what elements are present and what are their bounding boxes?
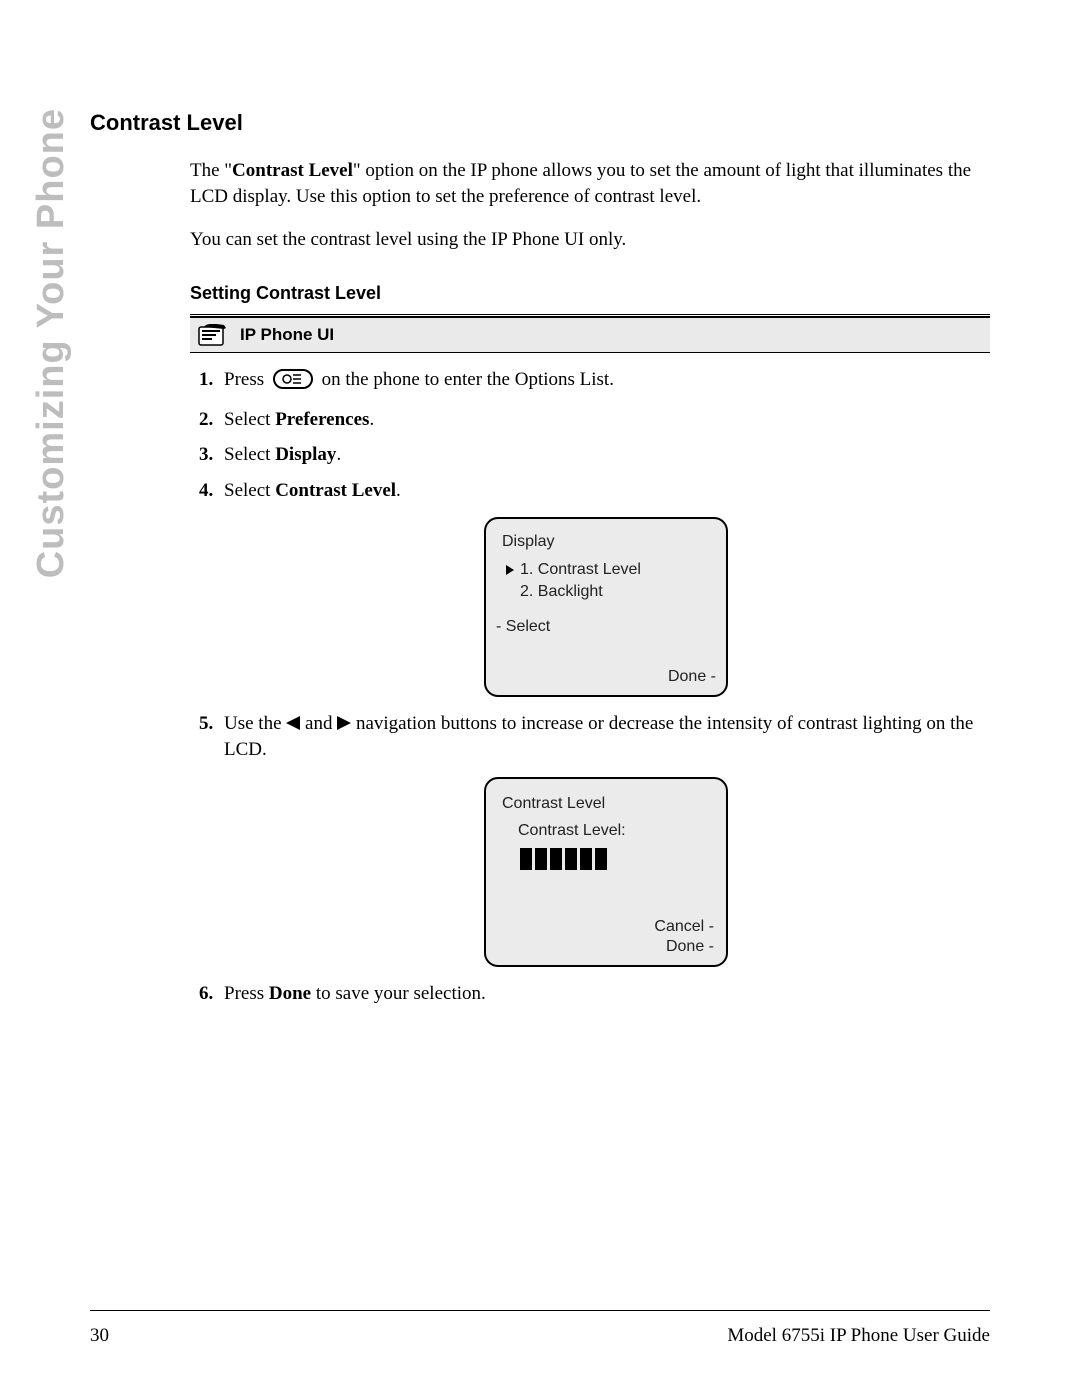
contrast-bar: [535, 848, 547, 870]
nav-right-icon: [337, 716, 351, 730]
lcd2-title: Contrast Level: [502, 793, 714, 815]
options-button-icon: [273, 369, 313, 397]
intro-paragraph-2: You can set the contrast level using the…: [190, 227, 990, 253]
lcd-menu-item-2: 2. Backlight: [506, 581, 716, 603]
ui-band: IP Phone UI: [190, 314, 990, 353]
page-number: 30: [90, 1325, 109, 1347]
lcd-softkey-done: Done -: [496, 666, 716, 688]
subsection-title: Setting Contrast Level: [190, 283, 990, 304]
nav-left-icon: [286, 716, 300, 730]
lcd2-softkeys: Cancel - Done -: [498, 917, 714, 957]
lcd2-softkey-done: Done -: [498, 937, 714, 957]
chapter-side-tab: Customizing Your Phone: [30, 108, 73, 578]
steps-list: Press on the phone to enter the Options …: [190, 367, 990, 1006]
contrast-bar: [580, 848, 592, 870]
contrast-bar: [565, 848, 577, 870]
contrast-bar: [550, 848, 562, 870]
lcd-menu-item-1: 1. Contrast Level: [506, 559, 716, 581]
step-4: Select Contrast Level. Display 1. Contra…: [218, 478, 990, 698]
step-3: Select Display.: [218, 442, 990, 468]
lcd2-label: Contrast Level:: [518, 820, 714, 842]
intro-block: The "Contrast Level" option on the IP ph…: [190, 158, 990, 253]
manual-page: Customizing Your Phone Contrast Level Th…: [0, 0, 1080, 1397]
lcd-menu: 1. Contrast Level 2. Backlight: [506, 559, 716, 602]
guide-title: Model 6755i IP Phone User Guide: [727, 1325, 990, 1347]
contrast-bars: [520, 848, 714, 870]
ui-band-label: IP Phone UI: [240, 325, 334, 345]
lcd-display-menu: Display 1. Contrast Level 2. Backlight -…: [484, 517, 728, 697]
step-6: Press Done to save your selection.: [218, 981, 990, 1007]
lcd-softkey-select: - Select: [496, 616, 716, 638]
selection-arrow-icon: [506, 565, 514, 575]
lcd-title: Display: [502, 531, 716, 553]
intro-paragraph-1: The "Contrast Level" option on the IP ph…: [190, 158, 990, 209]
page-content: Contrast Level The "Contrast Level" opti…: [90, 110, 990, 1006]
phone-ui-icon: [198, 324, 230, 346]
lcd2-softkey-cancel: Cancel -: [498, 917, 714, 937]
page-footer: 30 Model 6755i IP Phone User Guide: [90, 1325, 990, 1347]
contrast-bar: [595, 848, 607, 870]
step-2: Select Preferences.: [218, 407, 990, 433]
lcd-contrast-screen: Contrast Level Contrast Level: Cancel - …: [484, 777, 728, 967]
footer-rule: [90, 1310, 990, 1311]
step-5: Use the and navigation buttons to increa…: [218, 711, 990, 966]
step-1: Press on the phone to enter the Options …: [218, 367, 990, 397]
contrast-bar: [520, 848, 532, 870]
section-title: Contrast Level: [90, 110, 990, 136]
